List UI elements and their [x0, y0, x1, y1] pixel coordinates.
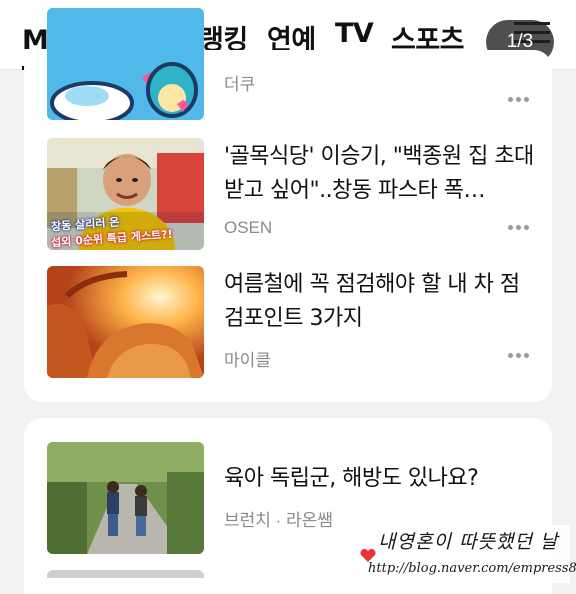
list-item[interactable]: 여름철에 꼭 점검해야 할 내 차 점검포인트 3가지 마이클 — [24, 266, 552, 378]
news-source: 마이클 — [224, 351, 271, 370]
news-headline[interactable]: 여름철에 꼭 점검해야 할 내 차 점검포인트 3가지 — [224, 268, 534, 336]
more-options-icon[interactable] — [508, 225, 532, 231]
walking-path-thumbnail — [47, 442, 204, 554]
list-item[interactable]: 창동 살리러 온 섭외 0순위 특급 게스트?! '골목식당' 이승기, "백종… — [24, 138, 552, 250]
tv-show-thumbnail: 창동 살리러 온 섭외 0순위 특급 게스트?! — [47, 138, 204, 250]
next-thumbnail-peek — [47, 570, 204, 578]
news-source: 브런치 · 라온쌤 — [224, 511, 333, 530]
character-illustration-icon — [47, 8, 204, 120]
news-headline[interactable]: '골목식당' 이승기, "백종원 집 초대 받고 싶어"..창동 파스타 폭… — [224, 140, 534, 208]
news-headline[interactable]: 육아 독립군, 해방도 있나요? — [224, 462, 534, 496]
news-source: 더쿠 — [224, 75, 256, 94]
news-card: 더쿠 창동 살리러 온 섭외 0순위 특급 게스트?! '골목식당' 이승기, … — [24, 8, 552, 402]
list-item[interactable]: 더쿠 — [24, 8, 552, 122]
more-options-icon[interactable] — [508, 353, 532, 359]
blog-watermark: 내영혼이 따뜻했던 날 http://blog.naver.com/empres… — [360, 525, 576, 585]
news-source: OSEN — [224, 218, 273, 237]
tab-tv[interactable]: TV — [335, 18, 374, 49]
watermark-url: http://blog.naver.com/empress82 — [368, 561, 576, 576]
car-interior-thumbnail — [47, 266, 204, 378]
character-illustration-thumbnail — [47, 8, 204, 120]
watermark-title: 내영혼이 따뜻했던 날 — [378, 531, 559, 553]
more-options-icon[interactable] — [508, 97, 532, 103]
